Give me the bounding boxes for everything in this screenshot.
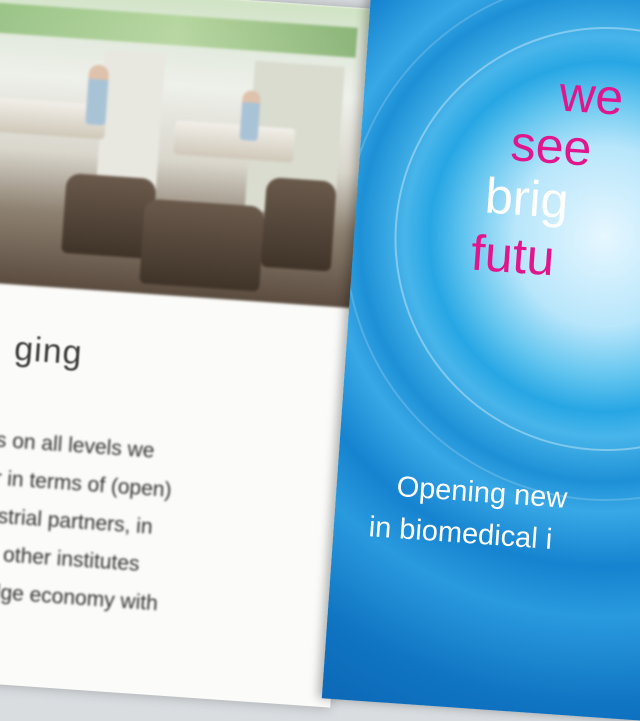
nurse-figure [85,64,110,126]
brochure-cover: we see brig futu Opening new in biomedic… [321,0,640,721]
hospital-bed [173,120,296,163]
nurse-figure [239,90,261,142]
ceiling-light-panel [0,2,358,58]
tagline-line: see [509,115,594,177]
armchair [139,198,265,292]
section-heading: ging [13,329,84,373]
tagline-line: brig [483,167,571,230]
brochure-inner-page: ging ions on all levels we ther in terms… [0,0,379,708]
body-paragraph: ions on all levels we ther in terms of (… [0,420,309,633]
armchair [260,176,337,272]
tagline-line: futu [469,224,557,287]
hospital-ward-photo [0,0,379,309]
tagline-line: we [557,65,626,126]
cover-subtitle-line: in biomedical i [367,511,554,556]
